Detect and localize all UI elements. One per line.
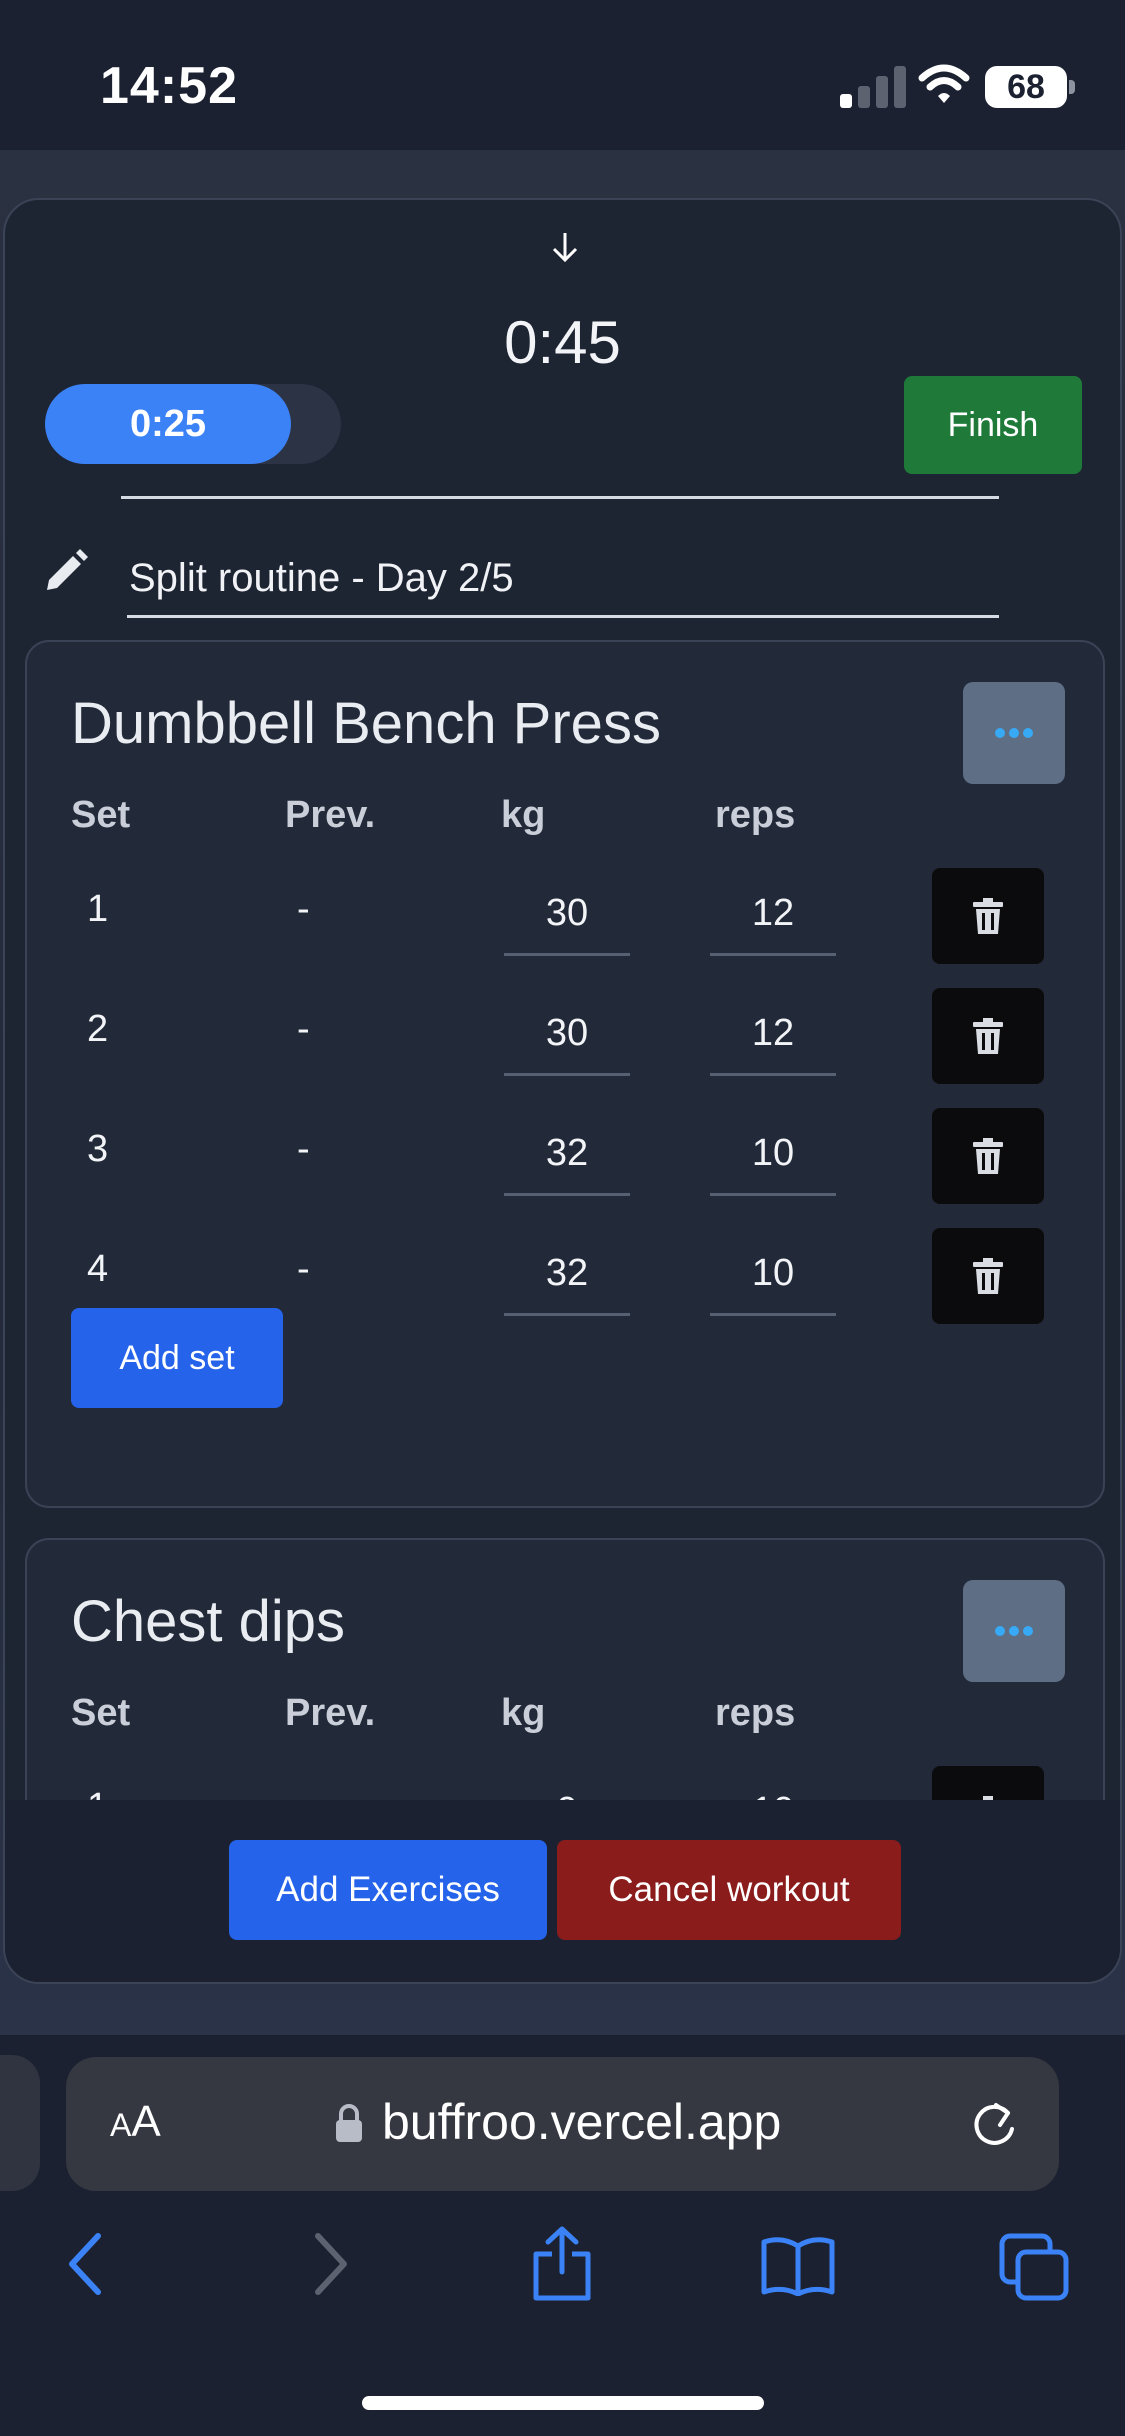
previous-tab-preview[interactable] [0,2055,40,2191]
aa-large-label: A [131,2097,161,2146]
workout-timer: 0:45 [504,309,621,376]
lock-icon [336,2104,362,2142]
tabs-icon[interactable] [998,2232,1070,2302]
reps-input[interactable] [710,874,836,956]
workout-action-bar: Add Exercises Cancel workout [5,1800,1120,1982]
divider [121,496,999,499]
delete-set-button[interactable] [932,988,1044,1084]
add-set-button[interactable]: Add set [71,1308,283,1408]
set-number: 1 [87,888,109,930]
aa-small-label: A [110,2107,132,2143]
set-row: 2 - [27,980,1103,1100]
battery-indicator: 68 [985,66,1067,108]
header-set: Set [71,1692,131,1734]
set-row: 3 - [27,1100,1103,1220]
delete-set-button[interactable] [932,868,1044,964]
pencil-icon [47,549,88,590]
header-set: Set [71,794,131,836]
trash-icon [973,1138,1003,1174]
wifi-icon [918,64,970,103]
address-bar[interactable]: AA buffroo.vercel.app [66,2057,1059,2191]
set-row: 1 - [27,860,1103,980]
trash-icon [973,1018,1003,1054]
routine-name-input[interactable] [127,542,999,618]
exercise-title: Chest dips [71,1589,346,1654]
set-number: 3 [87,1128,109,1170]
add-exercises-button[interactable]: Add Exercises [229,1840,547,1940]
header-reps: reps [715,794,796,836]
weight-input[interactable] [504,874,630,956]
workout-sheet: 0:45 0:25 Finish Dumbbell Bench Press Se… [3,198,1122,1984]
status-bar: 14:52 68 [0,0,1125,150]
trash-icon [973,898,1003,934]
previous-value: - [297,1248,310,1290]
header-kg: kg [501,1692,546,1734]
url-text: buffroo.vercel.app [382,2094,782,2150]
arrow-down-icon[interactable] [550,230,580,264]
weight-input[interactable] [504,994,630,1076]
ellipsis-icon [995,1626,1033,1636]
chevron-right-icon[interactable] [310,2232,350,2296]
weight-input[interactable] [504,1234,630,1316]
set-number: 2 [87,1008,109,1050]
chevron-left-icon[interactable] [66,2232,106,2296]
delete-set-button[interactable] [932,1228,1044,1324]
delete-set-button[interactable] [932,1108,1044,1204]
weight-input[interactable] [504,1114,630,1196]
rest-timer-progress[interactable]: 0:25 [45,384,291,464]
cellular-signal-icon [840,66,906,108]
battery-nub [1069,80,1075,94]
header-prev: Prev. [285,1692,376,1734]
set-number: 4 [87,1248,109,1290]
book-icon[interactable] [760,2236,836,2296]
finish-button[interactable]: Finish [904,376,1082,474]
reps-input[interactable] [710,1234,836,1316]
reader-settings-button[interactable]: AA [110,2097,161,2147]
status-time: 14:52 [100,57,238,115]
previous-value: - [297,1008,310,1050]
exercise-options-button[interactable] [963,682,1065,784]
header-kg: kg [501,794,546,836]
header-reps: reps [715,1692,796,1734]
home-indicator[interactable] [362,2396,764,2410]
share-icon[interactable] [530,2226,594,2302]
exercise-card: Dumbbell Bench Press Set Prev. kg reps 1… [25,640,1105,1508]
exercise-title: Dumbbell Bench Press [71,691,661,756]
trash-icon [973,1258,1003,1294]
header-prev: Prev. [285,794,376,836]
exercise-options-button[interactable] [963,1580,1065,1682]
previous-value: - [297,888,310,930]
reps-input[interactable] [710,1114,836,1196]
cancel-workout-button[interactable]: Cancel workout [557,1840,901,1940]
reps-input[interactable] [710,994,836,1076]
ellipsis-icon [995,728,1033,738]
previous-value: - [297,1128,310,1170]
reload-icon[interactable] [968,2099,1020,2151]
